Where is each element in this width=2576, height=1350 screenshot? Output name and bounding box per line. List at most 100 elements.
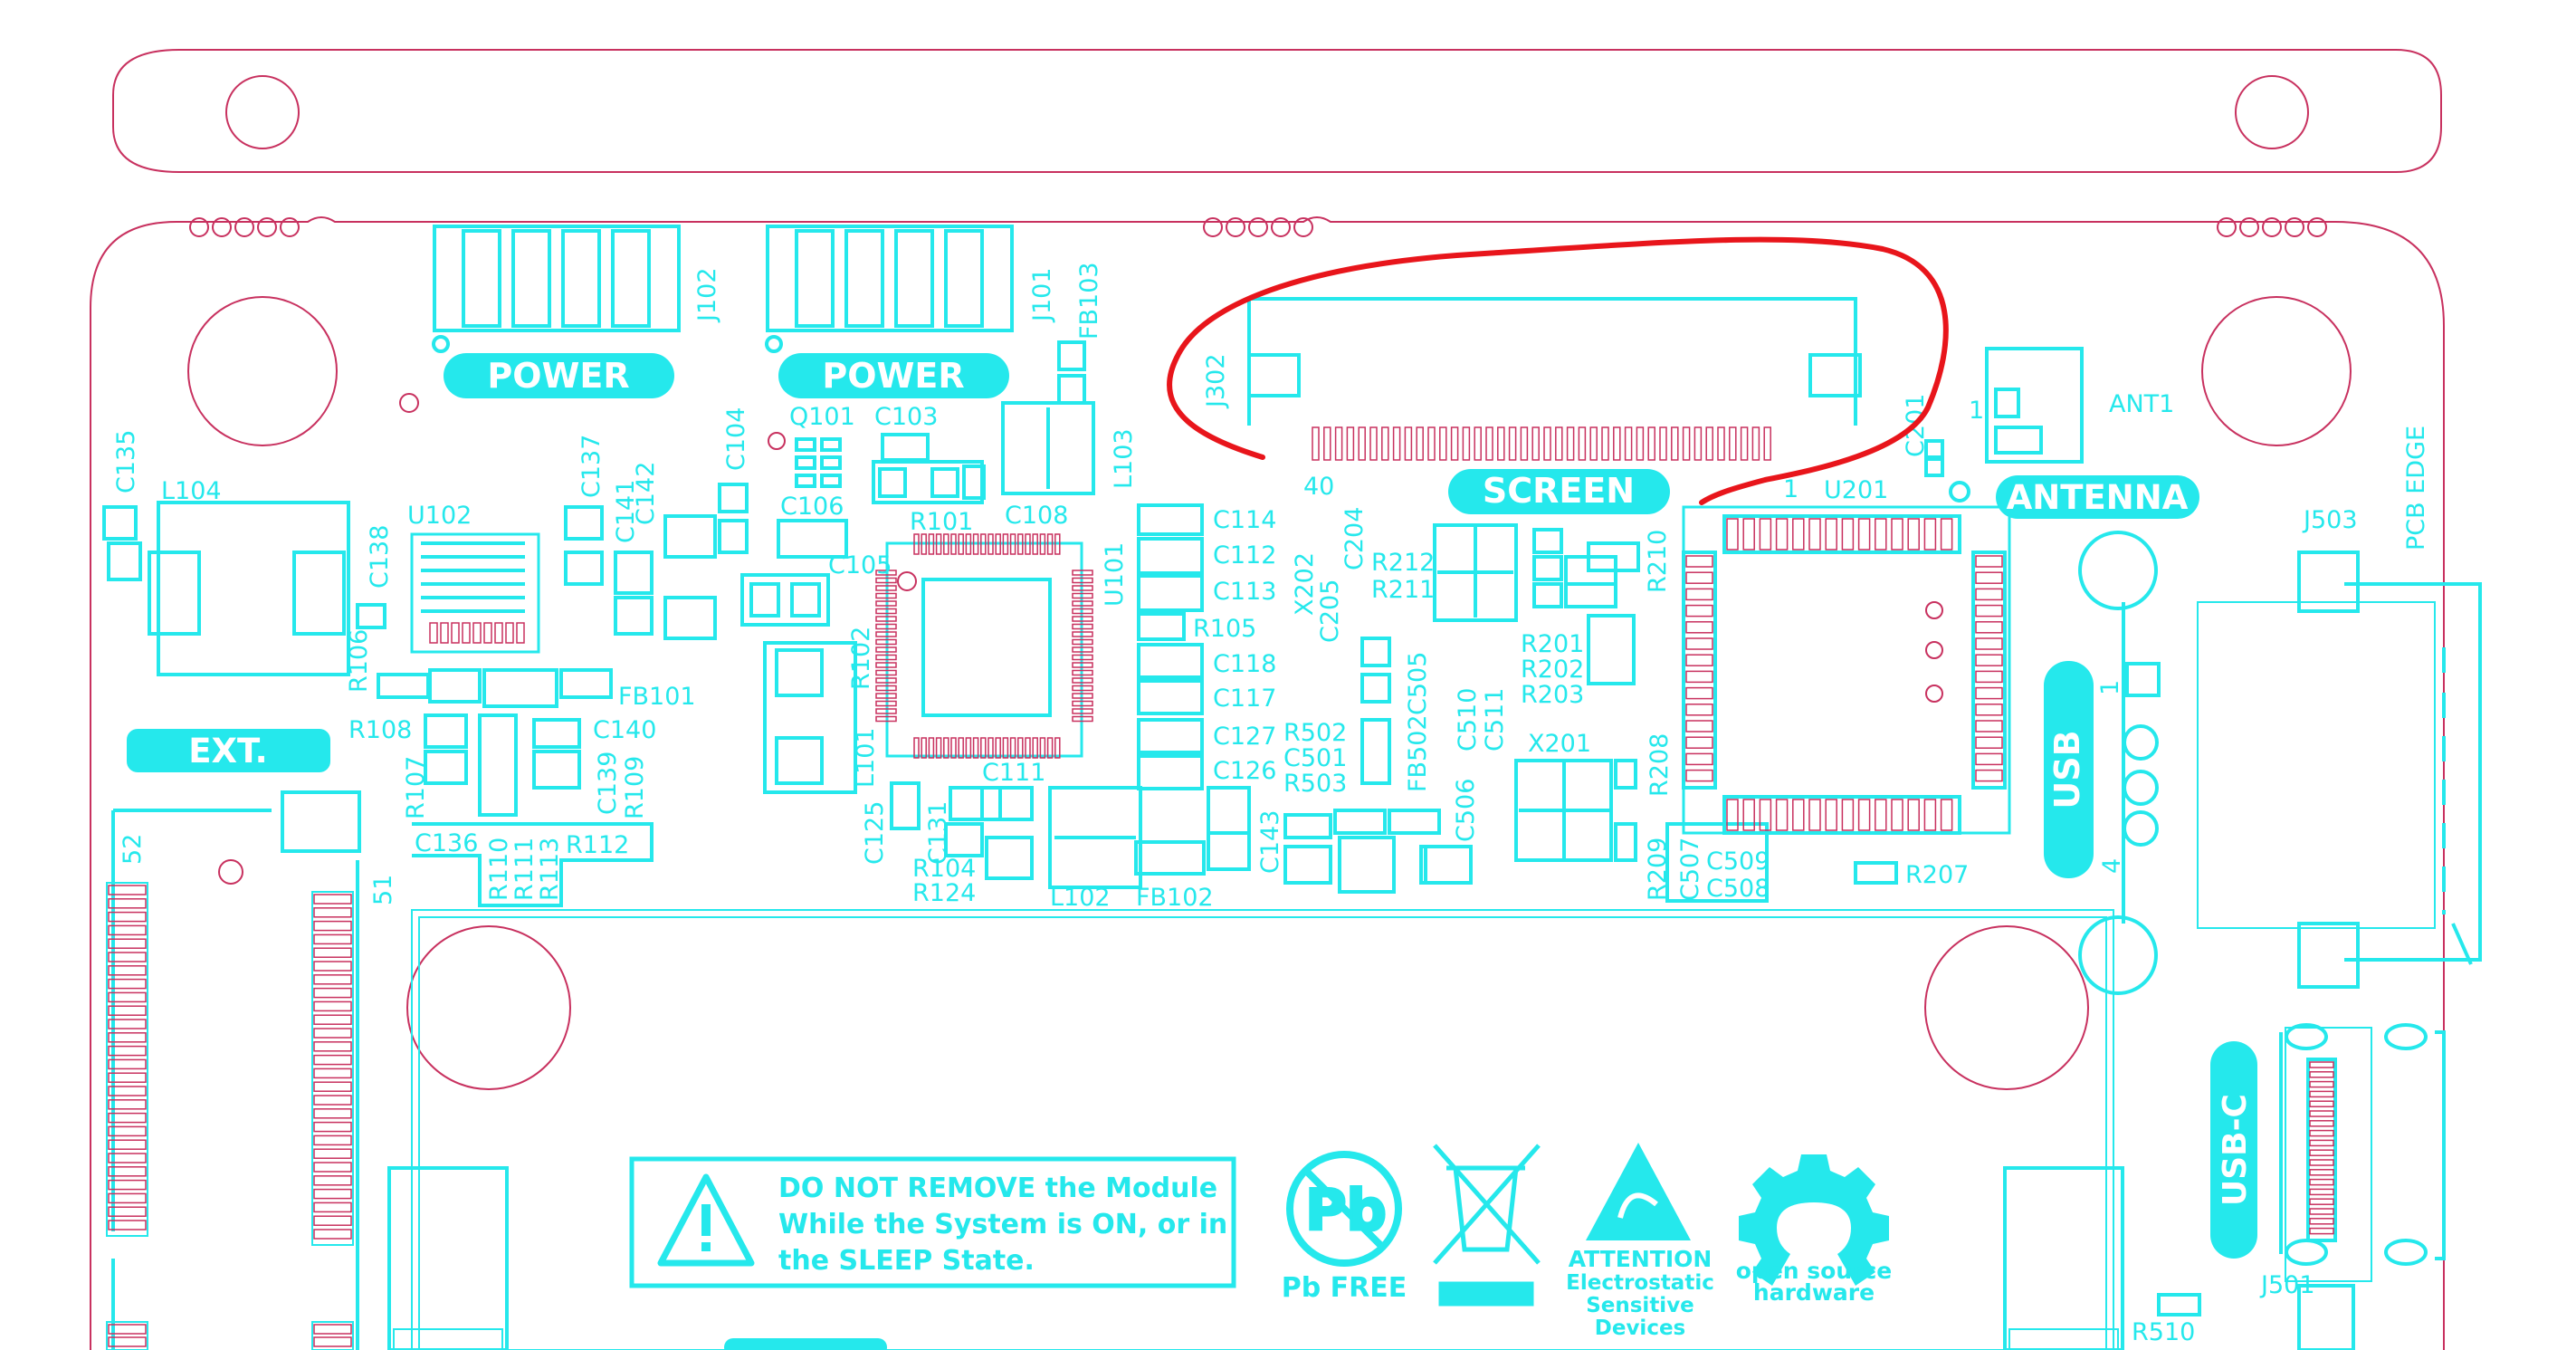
mounting-hole: [225, 75, 300, 149]
badge-usb: USB: [2044, 661, 2094, 878]
ic-pin: [429, 622, 438, 644]
fpc-pin: [1763, 426, 1771, 461]
label-pin-51: 51: [369, 875, 397, 905]
usbc-pin: [2309, 1120, 2334, 1127]
label-r109: R109: [621, 756, 649, 819]
module-pad: [1975, 704, 2003, 716]
pcb-silkscreen-drawing: POWER POWER SCREEN ANTENNA EXT. USB USB-…: [90, 49, 2482, 1350]
module-pad: [1857, 518, 1871, 551]
header-pad: [313, 1135, 352, 1146]
label-c140: C140: [593, 716, 656, 744]
label-c506: C506: [1452, 779, 1480, 842]
red-annotation-circle: [1167, 236, 1949, 505]
label-fb102: FB102: [1136, 884, 1214, 912]
header-pad: [313, 1095, 352, 1106]
label-r208: R208: [1646, 733, 1674, 797]
fpc-pin: [1566, 426, 1575, 461]
badge-usb-label: USB: [2047, 730, 2087, 809]
label-c103: C103: [874, 403, 938, 431]
label-r112: R112: [566, 831, 629, 859]
module-pad: [1726, 518, 1739, 551]
label-c139: C139: [594, 752, 622, 815]
fpc-pin: [1520, 426, 1529, 461]
module-pad: [1685, 588, 1713, 601]
module-pad: [1685, 720, 1713, 732]
label-l103: L103: [1110, 428, 1138, 489]
label-pcb-edge: PCB EDGE: [2402, 426, 2430, 551]
label-c105: C105: [828, 551, 892, 579]
label-r211: R211: [1371, 576, 1435, 604]
label-c509: C509: [1706, 847, 1770, 876]
label-c141: C141: [612, 480, 640, 543]
ic-pin: [505, 622, 514, 644]
header-pad: [313, 1336, 352, 1347]
module-pad: [1975, 588, 2003, 601]
label-x201: X201: [1528, 730, 1591, 758]
badge-ext-label: EXT.: [188, 732, 267, 771]
pb-free-label: Pb FREE: [1282, 1272, 1407, 1304]
usbc-pin: [2309, 1208, 2334, 1215]
label-pin-1-ant: 1: [1969, 397, 1984, 425]
module-pad: [1975, 752, 2003, 766]
header-pad: [313, 1229, 352, 1240]
header-pad: [313, 1324, 352, 1335]
mounting-hole: [2235, 75, 2309, 149]
screen-connector-j302: [1247, 297, 1862, 426]
module-pad: [1775, 799, 1789, 831]
weee-bin-icon: [1433, 1144, 1541, 1307]
header-pad: [313, 1188, 352, 1200]
badge-power-right-label: POWER: [822, 356, 964, 396]
usbc-pin: [2309, 1159, 2334, 1166]
label-r503: R503: [1283, 770, 1347, 798]
label-r209: R209: [1644, 838, 1672, 901]
header-pad: [313, 1054, 352, 1066]
label-c138: C138: [366, 525, 394, 589]
label-r203: R203: [1521, 681, 1584, 709]
label-j102: J102: [693, 268, 721, 324]
module-pad: [1975, 670, 2003, 684]
badge-usb-c: USB-C: [2210, 1041, 2257, 1259]
label-r101: R101: [910, 508, 973, 536]
usbc-pin: [2309, 1080, 2334, 1088]
fpc-pin: [1358, 426, 1366, 461]
label-r110: R110: [485, 838, 513, 901]
label-j501: J501: [2259, 1271, 2315, 1299]
fpc-pin: [1751, 426, 1760, 461]
mounting-hole: [187, 296, 338, 446]
header-pad: [313, 1148, 352, 1159]
module-pad: [1975, 637, 2003, 650]
label-pin-1-usb: 1: [2096, 680, 2124, 695]
label-c112: C112: [1213, 541, 1276, 570]
fpc-pin: [1474, 426, 1482, 461]
ic-u102: [410, 532, 540, 654]
module-pad: [1975, 604, 2003, 618]
header-pad: [313, 974, 352, 985]
label-x202: X202: [1291, 552, 1319, 616]
usbc-pin: [2309, 1139, 2334, 1147]
header-pad: [313, 920, 352, 932]
fpc-pin: [1613, 426, 1621, 461]
fpc-pin: [1717, 426, 1725, 461]
label-r210: R210: [1644, 530, 1672, 593]
top-rail-outline: [112, 49, 2442, 173]
header-pad: [313, 894, 352, 905]
esd-line-3: Sensitive: [1586, 1294, 1694, 1317]
wireless-module-u201: [1682, 481, 2011, 835]
fpc-pin: [1740, 426, 1749, 461]
badge-antenna-label: ANTENNA: [2007, 478, 2189, 517]
fpc-pin: [1508, 426, 1517, 461]
fpc-pin: [1659, 426, 1667, 461]
label-j101: J101: [1028, 268, 1056, 324]
module-pad: [1792, 799, 1805, 831]
label-fb103: FB103: [1075, 262, 1103, 340]
module-pad: [1891, 799, 1903, 831]
label-c143: C143: [1256, 810, 1284, 874]
usbc-pin: [2309, 1198, 2334, 1205]
label-c136: C136: [415, 829, 478, 857]
fpc-pin: [1381, 426, 1389, 461]
label-fb101: FB101: [618, 683, 696, 711]
module-pad: [1792, 518, 1805, 551]
module-pad: [1975, 769, 2003, 782]
label-c137: C137: [577, 435, 606, 498]
fpc-pin: [1323, 426, 1331, 461]
